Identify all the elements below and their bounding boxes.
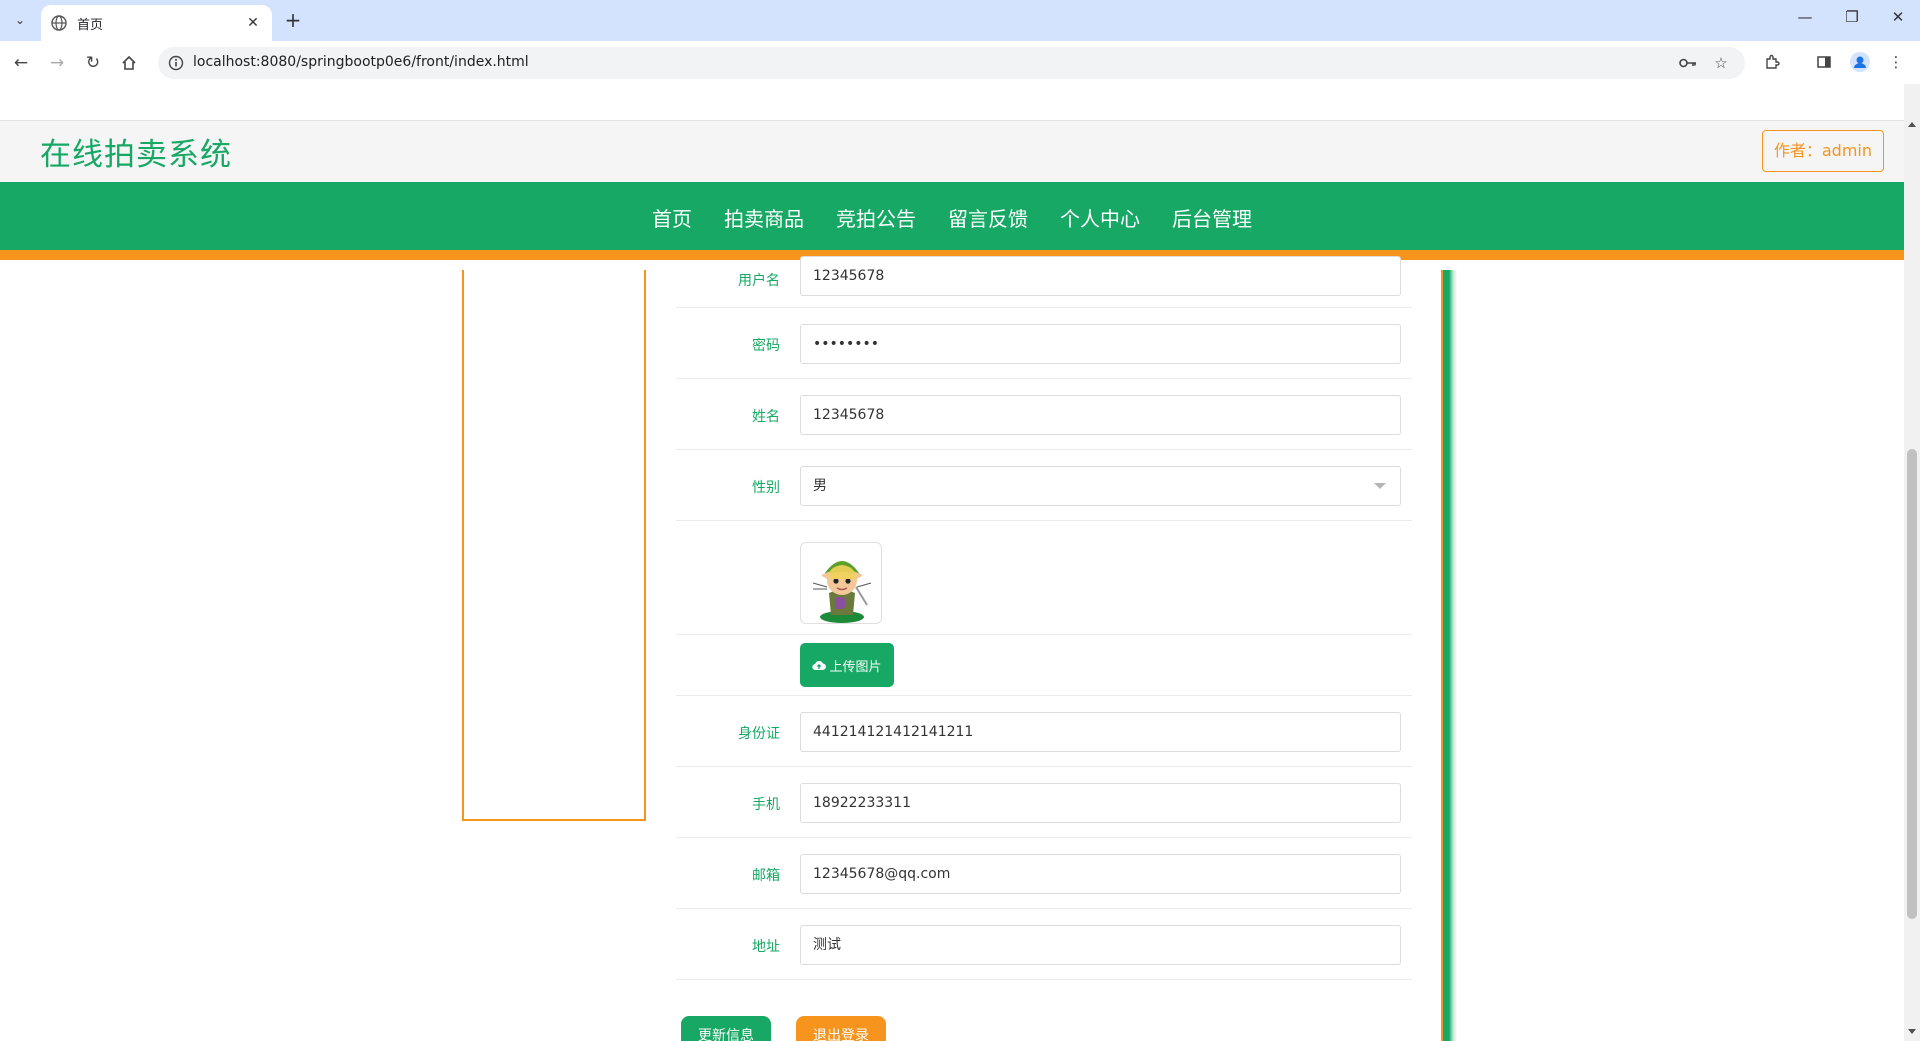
- bookmark-star-icon[interactable]: ☆: [1711, 53, 1731, 73]
- name-label: 姓名: [752, 409, 780, 425]
- tab-title: 首页: [77, 17, 104, 33]
- chevron-down-icon: [1374, 483, 1386, 489]
- reload-icon[interactable]: ↻: [80, 50, 106, 76]
- form-row-gender: 性别 男: [676, 450, 1412, 521]
- author-badge: 作者： admin: [1761, 130, 1884, 172]
- email-input[interactable]: 12345678@qq.com: [800, 854, 1401, 894]
- scrollbar-thumb[interactable]: [1907, 449, 1917, 919]
- nav-item-bid-announcements[interactable]: 竞拍公告: [836, 203, 916, 232]
- form-row-avatar: [676, 521, 1412, 635]
- close-window-icon[interactable]: ✕: [1878, 8, 1918, 32]
- left-menu-panel: [462, 270, 646, 821]
- form-row-upload: 上传图片: [676, 635, 1412, 696]
- form-row-username: 用户名 12345678: [676, 256, 1412, 308]
- username-input[interactable]: 12345678: [800, 256, 1401, 296]
- gender-select[interactable]: 男: [800, 466, 1401, 506]
- cloud-upload-icon: [812, 660, 827, 671]
- browser-tab-bar: ⌄ 首页 ✕ + — ❐ ✕: [0, 0, 1920, 41]
- globe-icon: [51, 15, 67, 31]
- restore-icon[interactable]: ❐: [1832, 8, 1872, 32]
- side-panel-icon[interactable]: [1812, 50, 1836, 74]
- content-right-border: [1441, 270, 1457, 1041]
- form-row-id-card: 身份证 441214121412141211: [676, 696, 1412, 767]
- nav-item-auction-goods[interactable]: 拍卖商品: [724, 203, 804, 232]
- gender-selected-value: 男: [813, 478, 827, 494]
- upload-image-label: 上传图片: [829, 659, 882, 675]
- browser-toolbar: ← → ↻ localhost:8080/springbootp0e6/fron…: [0, 41, 1920, 84]
- close-tab-icon[interactable]: ✕: [244, 15, 262, 31]
- extensions-icon[interactable]: [1760, 50, 1784, 74]
- browser-menu-icon[interactable]: ⋮: [1884, 50, 1908, 74]
- address-label: 地址: [752, 939, 780, 955]
- form-row-phone: 手机 18922233311: [676, 767, 1412, 838]
- page-viewport: 在线拍卖系统 作者： admin 首页 拍卖商品 竞拍公告 留言反馈 个人中心 …: [0, 84, 1904, 1041]
- forward-icon[interactable]: →: [44, 50, 70, 76]
- scroll-up-icon[interactable]: [1908, 122, 1916, 127]
- avatar-image: [800, 542, 882, 624]
- phone-input[interactable]: 18922233311: [800, 783, 1401, 823]
- address-input[interactable]: 测试: [800, 925, 1401, 965]
- username-label: 用户名: [738, 273, 780, 289]
- nav-item-home[interactable]: 首页: [652, 203, 692, 232]
- id-card-label: 身份证: [738, 726, 780, 742]
- scroll-down-icon[interactable]: [1908, 1029, 1916, 1034]
- password-input[interactable]: ••••••••: [800, 324, 1401, 364]
- form-row-name: 姓名 12345678: [676, 379, 1412, 450]
- nav-item-admin[interactable]: 后台管理: [1172, 203, 1252, 232]
- main-nav: 首页 拍卖商品 竞拍公告 留言反馈 个人中心 后台管理: [0, 182, 1904, 260]
- logout-button[interactable]: 退出登录: [796, 1016, 886, 1041]
- home-icon[interactable]: [116, 50, 142, 76]
- site-info-icon[interactable]: [168, 55, 184, 71]
- id-card-input[interactable]: 441214121412141211: [800, 712, 1401, 752]
- profile-avatar-icon[interactable]: [1848, 50, 1872, 74]
- tab-search-icon[interactable]: ⌄: [10, 10, 30, 30]
- name-input[interactable]: 12345678: [800, 395, 1401, 435]
- form-row-password: 密码 ••••••••: [676, 308, 1412, 379]
- page-scrollbar[interactable]: [1904, 84, 1920, 1041]
- nav-item-feedback[interactable]: 留言反馈: [948, 203, 1028, 232]
- phone-label: 手机: [752, 797, 780, 813]
- nav-item-personal-center[interactable]: 个人中心: [1060, 203, 1140, 232]
- form-row-address: 地址 测试: [676, 909, 1412, 980]
- author-name: admin: [1821, 141, 1872, 160]
- form-row-email: 邮箱 12345678@qq.com: [676, 838, 1412, 909]
- key-icon[interactable]: [1678, 53, 1698, 73]
- gender-label: 性别: [752, 480, 780, 496]
- author-label: 作者：: [1773, 141, 1822, 160]
- browser-tab[interactable]: 首页 ✕: [41, 5, 272, 41]
- site-title[interactable]: 在线拍卖系统: [40, 129, 232, 174]
- upload-image-button[interactable]: 上传图片: [800, 643, 894, 687]
- back-icon[interactable]: ←: [8, 50, 34, 76]
- minimize-icon[interactable]: —: [1785, 8, 1825, 32]
- email-label: 邮箱: [752, 868, 780, 884]
- password-label: 密码: [752, 338, 780, 354]
- address-bar[interactable]: localhost:8080/springbootp0e6/front/inde…: [158, 47, 1745, 79]
- site-header: 在线拍卖系统 作者： admin: [0, 120, 1904, 182]
- url-text: localhost:8080/springbootp0e6/front/inde…: [193, 54, 529, 70]
- new-tab-icon[interactable]: +: [282, 10, 304, 32]
- update-info-button[interactable]: 更新信息: [681, 1016, 771, 1041]
